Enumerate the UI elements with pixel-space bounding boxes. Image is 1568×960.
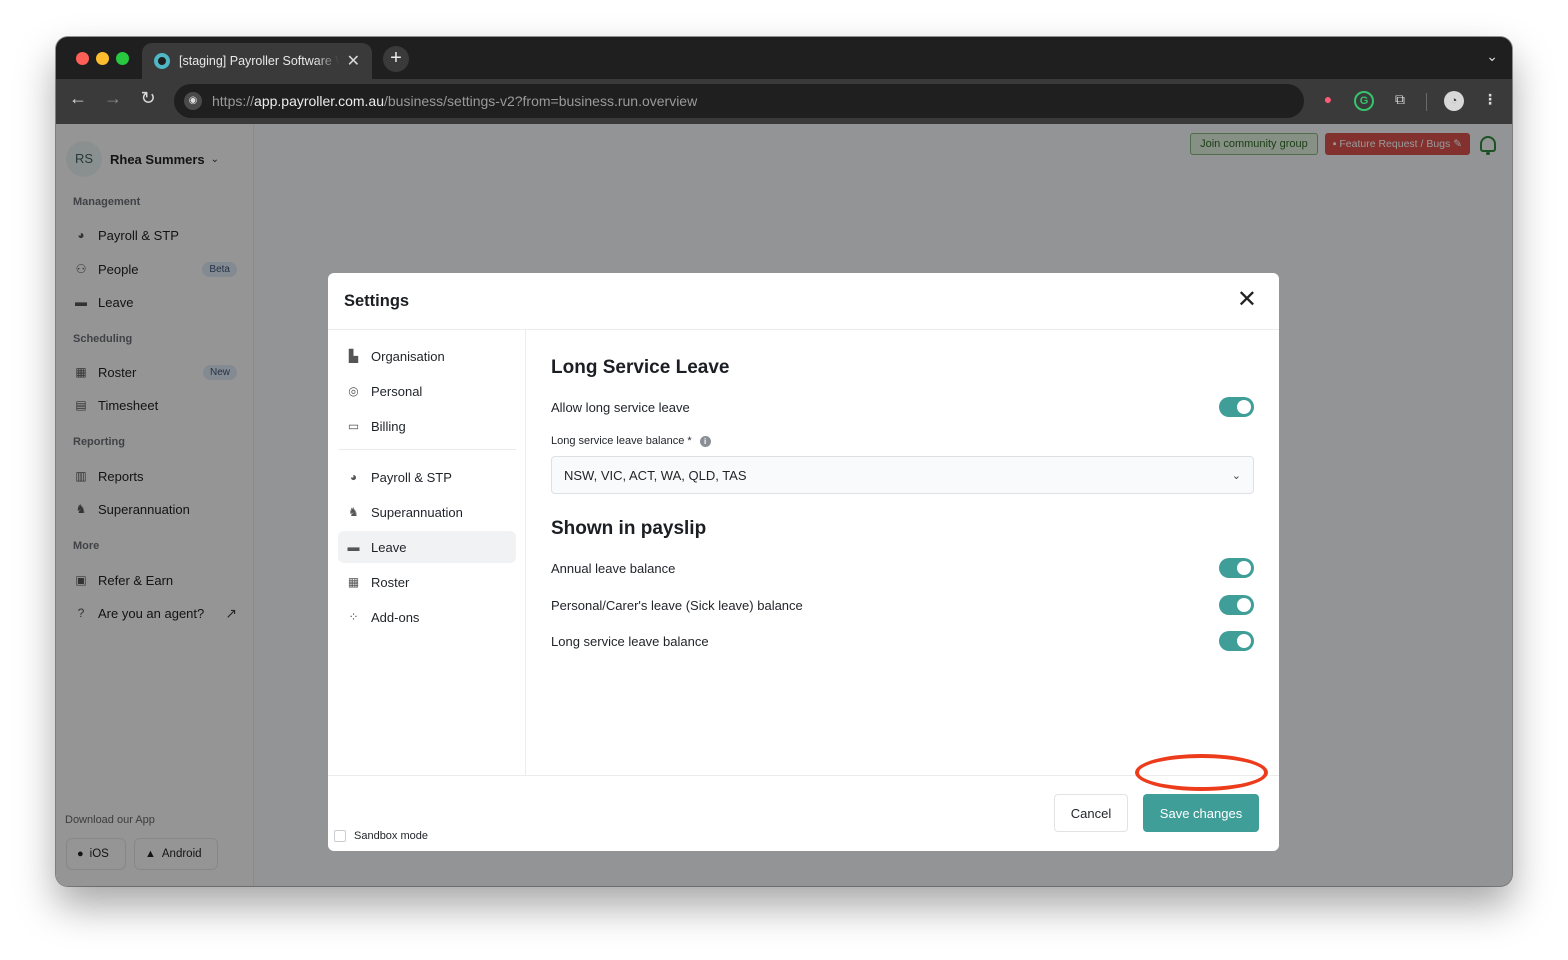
extensions-puzzle-icon[interactable]: ⧉ bbox=[1390, 91, 1410, 111]
personal-leave-label: Personal/Carer's leave (Sick leave) bala… bbox=[551, 598, 803, 613]
forward-arrow-icon[interactable]: → bbox=[101, 88, 125, 109]
long-service-balance-toggle[interactable] bbox=[1219, 631, 1254, 651]
grammarly-extension-icon[interactable]: G bbox=[1354, 91, 1374, 111]
allow-lsl-label: Allow long service leave bbox=[551, 400, 690, 415]
info-icon[interactable]: i bbox=[699, 435, 711, 447]
annual-leave-label: Annual leave balance bbox=[551, 561, 676, 576]
long-service-leave-heading: Long Service Leave bbox=[551, 357, 730, 378]
address-bar[interactable]: ◉ https://app.payroller.com.au/business/… bbox=[174, 84, 1304, 118]
briefcase-icon: ▬ bbox=[347, 539, 360, 554]
back-arrow-icon[interactable]: ← bbox=[66, 88, 90, 109]
settings-nav: ▙ Organisation ◎ Personal ▭ Billing ◕ Pa… bbox=[328, 330, 526, 776]
lsl-balance-value: NSW, VIC, ACT, WA, QLD, TAS bbox=[564, 467, 747, 483]
browser-tab[interactable]: [staging] Payroller Software Web ✕ bbox=[142, 43, 372, 79]
tab-search-chevron-icon[interactable]: ⌄ bbox=[1486, 48, 1498, 65]
settings-nav-payroll[interactable]: ◕ Payroll & STP bbox=[338, 461, 516, 493]
modal-title: Settings bbox=[344, 292, 410, 310]
settings-nav-leave[interactable]: ▬ Leave bbox=[338, 531, 516, 563]
annual-leave-toggle[interactable] bbox=[1219, 558, 1254, 578]
payroll-icon: ◕ bbox=[349, 469, 358, 484]
minimize-window-button[interactable] bbox=[96, 52, 109, 65]
modal-footer: Sandbox mode Cancel Save changes bbox=[328, 775, 1279, 851]
settings-nav-organisation[interactable]: ▙ Organisation bbox=[338, 340, 516, 372]
long-service-balance-label: Long service leave balance bbox=[551, 634, 709, 649]
credit-card-icon: ▭ bbox=[347, 418, 360, 433]
app-page: RS Rhea Summers ⌄ Management ◕ Payroll &… bbox=[56, 124, 1512, 886]
maximize-window-button[interactable] bbox=[116, 52, 129, 65]
settings-nav-personal[interactable]: ◎ Personal bbox=[338, 375, 516, 407]
browser-menu-icon[interactable]: ⋮ bbox=[1480, 91, 1500, 111]
sandbox-mode[interactable]: Sandbox mode bbox=[334, 830, 428, 842]
close-window-button[interactable] bbox=[76, 52, 89, 65]
apps-grid-icon: ⁘ bbox=[348, 609, 359, 624]
cancel-button[interactable]: Cancel bbox=[1054, 794, 1128, 832]
modal-header: Settings ✕ bbox=[328, 273, 1279, 330]
settings-nav-addons[interactable]: ⁘ Add-ons bbox=[338, 601, 516, 633]
browser-window: [staging] Payroller Software Web ✕ + ⌄ ←… bbox=[56, 37, 1512, 886]
settings-nav-superannuation[interactable]: ♞ Superannuation bbox=[338, 496, 516, 528]
lsl-balance-label: Long service leave balance * i bbox=[551, 435, 711, 447]
calendar-icon: ▦ bbox=[347, 574, 360, 589]
building-icon: ▙ bbox=[348, 348, 359, 363]
new-tab-button[interactable]: + bbox=[383, 46, 409, 72]
piggy-bank-icon: ♞ bbox=[348, 504, 359, 519]
toolbar-divider bbox=[1426, 93, 1427, 111]
close-icon[interactable]: ✕ bbox=[1237, 287, 1257, 313]
tab-strip: [staging] Payroller Software Web ✕ + ⌄ bbox=[56, 37, 1512, 79]
shown-in-payslip-heading: Shown in payslip bbox=[551, 518, 707, 539]
settings-nav-billing[interactable]: ▭ Billing bbox=[338, 410, 516, 442]
lsl-balance-select[interactable]: NSW, VIC, ACT, WA, QLD, TAS ⌄ bbox=[551, 456, 1254, 494]
sandbox-checkbox[interactable] bbox=[334, 830, 346, 842]
allow-lsl-toggle[interactable] bbox=[1219, 397, 1254, 417]
browser-toolbar: ← → ↻ ◉ https://app.payroller.com.au/bus… bbox=[56, 79, 1512, 124]
save-changes-button[interactable]: Save changes bbox=[1143, 794, 1259, 832]
tab-close-icon[interactable]: ✕ bbox=[347, 51, 360, 71]
profile-avatar-icon[interactable]: ◔ bbox=[1444, 91, 1464, 111]
personal-leave-toggle[interactable] bbox=[1219, 595, 1254, 615]
nav-divider bbox=[338, 449, 516, 450]
reload-icon[interactable]: ↻ bbox=[136, 88, 160, 109]
payroller-favicon-icon bbox=[154, 53, 170, 69]
chevron-down-icon: ⌄ bbox=[1231, 469, 1241, 482]
tab-title: [staging] Payroller Software Web bbox=[179, 54, 339, 68]
extension-bird-icon[interactable]: ● bbox=[1318, 91, 1338, 111]
user-circle-icon: ◎ bbox=[348, 383, 359, 398]
settings-modal: Settings ✕ ▙ Organisation ◎ Personal ▭ B… bbox=[328, 273, 1279, 851]
settings-nav-roster[interactable]: ▦ Roster bbox=[338, 566, 516, 598]
url-text: https://app.payroller.com.au/business/se… bbox=[212, 93, 698, 109]
site-info-icon[interactable]: ◉ bbox=[184, 92, 202, 110]
